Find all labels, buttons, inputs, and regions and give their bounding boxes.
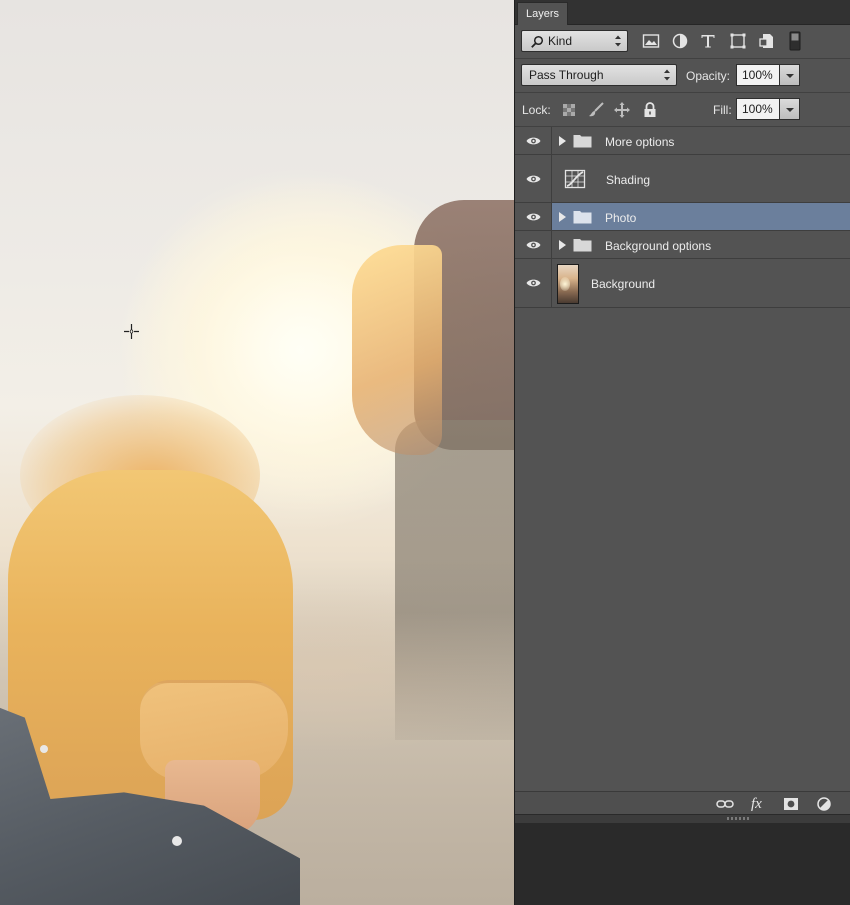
crosshair-cursor-icon	[124, 324, 139, 339]
select-arrows-icon	[664, 69, 670, 81]
layers-bottom-toolbar: fx	[515, 791, 850, 815]
panel-resize-grip[interactable]	[515, 815, 850, 823]
layer-name[interactable]: More options	[605, 135, 674, 149]
search-icon	[531, 35, 544, 48]
lock-all-icon[interactable]	[641, 101, 659, 119]
type-filter-icon[interactable]	[698, 31, 718, 51]
visibility-cell[interactable]	[515, 203, 552, 230]
opacity-input[interactable]: 100%	[736, 64, 780, 86]
layer-name[interactable]: Shading	[606, 173, 650, 187]
expand-arrow-icon[interactable]	[559, 240, 566, 250]
fill-slider-button[interactable]	[780, 98, 800, 120]
opacity-label: Opacity:	[686, 69, 731, 83]
layer-name[interactable]: Background options	[605, 239, 711, 253]
filter-kind-label: Kind	[548, 34, 573, 48]
layers-panel-body: Kind Pass Through Opacity: 100% Lock: Fi…	[515, 25, 850, 793]
eye-icon[interactable]	[526, 136, 541, 146]
filter-toggle-icon[interactable]	[788, 31, 802, 51]
jacket-button	[40, 745, 48, 753]
blend-opacity-row: Pass Through Opacity: 100%	[515, 59, 850, 93]
folder-icon	[573, 211, 592, 224]
visibility-cell[interactable]	[515, 127, 552, 154]
expand-arrow-icon[interactable]	[559, 136, 566, 146]
layer-row-shading[interactable]: Shading	[515, 155, 850, 203]
smart-object-filter-icon[interactable]	[757, 31, 777, 51]
opacity-slider-button[interactable]	[780, 64, 800, 86]
image-filter-icon[interactable]	[641, 31, 661, 51]
eye-icon[interactable]	[526, 240, 541, 250]
jacket-button	[172, 836, 182, 846]
lock-label: Lock:	[522, 103, 551, 117]
shape-filter-icon[interactable]	[728, 31, 748, 51]
lock-position-icon[interactable]	[613, 101, 631, 119]
panel-dock-background	[515, 823, 850, 905]
layers-empty-area[interactable]	[515, 332, 850, 793]
adjustment-filter-icon[interactable]	[670, 31, 690, 51]
lock-paint-icon[interactable]	[587, 101, 605, 119]
figure-torso	[395, 420, 514, 740]
folder-icon	[573, 135, 592, 148]
visibility-cell[interactable]	[515, 231, 552, 258]
fill-label: Fill:	[713, 103, 732, 117]
lock-transparent-icon[interactable]	[560, 101, 578, 119]
layer-row-background-options[interactable]: Background options	[515, 231, 850, 259]
mask-icon[interactable]	[783, 797, 799, 811]
visibility-cell[interactable]	[515, 259, 552, 307]
layer-row-photo[interactable]: Photo	[515, 203, 850, 231]
eye-icon[interactable]	[526, 278, 541, 288]
grip-dots	[727, 817, 751, 820]
layer-name[interactable]: Background	[591, 277, 655, 291]
blend-mode-value: Pass Through	[529, 68, 604, 82]
fx-icon[interactable]: fx	[751, 797, 762, 812]
fill-input[interactable]: 100%	[736, 98, 780, 120]
expand-arrow-icon[interactable]	[559, 212, 566, 222]
link-icon[interactable]	[716, 797, 734, 811]
lock-fill-row: Lock: Fill: 100%	[515, 93, 850, 127]
layer-name[interactable]: Photo	[605, 211, 636, 225]
filter-kind-select[interactable]: Kind	[521, 30, 628, 52]
blend-mode-select[interactable]: Pass Through	[521, 64, 677, 86]
panel-tab-strip: Layers	[515, 0, 850, 25]
eye-icon[interactable]	[526, 174, 541, 184]
eye-icon[interactable]	[526, 212, 541, 222]
figure-face	[352, 245, 442, 455]
select-arrows-icon	[615, 35, 621, 47]
layer-filter-row: Kind	[515, 25, 850, 59]
visibility-cell[interactable]	[515, 155, 552, 202]
document-canvas[interactable]	[0, 0, 514, 905]
curves-adjustment-icon	[564, 169, 586, 189]
folder-icon	[573, 239, 592, 252]
layer-row-more-options[interactable]: More options	[515, 127, 850, 155]
adjustment-icon[interactable]	[816, 797, 832, 811]
tab-layers[interactable]: Layers	[517, 2, 569, 25]
layer-thumbnail	[557, 264, 579, 304]
layer-row-background[interactable]: Background	[515, 259, 850, 308]
layers-panel: Layers Kind Pass Through Opacity: 100% L…	[514, 0, 850, 905]
